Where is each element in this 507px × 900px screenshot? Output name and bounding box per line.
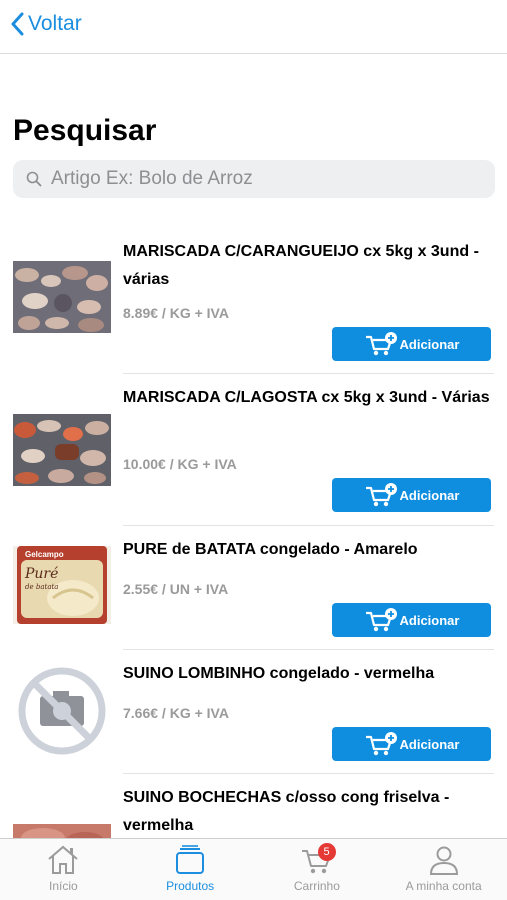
add-button-label: Adicionar [399, 336, 460, 352]
tab-label: Produtos [166, 879, 215, 893]
svg-text:Gelcampo: Gelcampo [25, 550, 64, 559]
product-name: PURE de BATATA congelado - Amarelo [123, 541, 418, 558]
svg-text:Puré: Puré [24, 566, 58, 582]
user-icon [429, 846, 458, 875]
add-to-cart-button[interactable]: Adicionar [332, 327, 491, 361]
product-image [13, 261, 111, 339]
nav-bar: Voltar [0, 0, 507, 54]
cart-plus-icon [365, 332, 397, 356]
back-button[interactable]: Voltar [10, 12, 82, 36]
tab-label: Início [49, 879, 78, 893]
product-price: 7.66€ / KG + IVA [123, 705, 229, 721]
product-image [13, 824, 111, 838]
product-name: SUINO LOMBINHO congelado - vermelha [123, 665, 435, 682]
tab-minha-conta[interactable]: A minha conta [380, 839, 507, 900]
cart-plus-icon [365, 483, 397, 507]
product-name: MARISCADA C/LAGOSTA cx 5kg x 3und - Vári… [123, 389, 490, 406]
product-item[interactable]: SUINO LOMBINHO congelado - vermelha 7.66… [0, 650, 507, 774]
page-title: Pesquisar [13, 114, 157, 147]
product-item[interactable]: MARISCADA C/CARANGUEIJO cx 5kg x 3und - … [0, 228, 507, 374]
back-label: Voltar [28, 12, 82, 35]
cart-count-badge: 5 [317, 843, 336, 861]
add-to-cart-button[interactable]: Adicionar [332, 727, 491, 761]
tab-label: Carrinho [293, 879, 340, 893]
no-image-icon [13, 666, 111, 756]
svg-text:de batata: de batata [25, 583, 58, 591]
product-item[interactable]: SUINO BOCHECHAS c/osso cong friselva - v… [0, 774, 507, 838]
product-name: SUINO BOCHECHAS c/osso cong friselva - v… [123, 789, 450, 834]
chevron-left-icon [11, 12, 24, 36]
tab-carrinho[interactable]: 5 Carrinho [254, 839, 381, 900]
product-item[interactable]: Gelcampo Puré de batata PURE de BATATA c… [0, 526, 507, 650]
product-price: 8.89€ / KG + IVA [123, 305, 229, 321]
home-icon [48, 845, 79, 874]
product-item[interactable]: MARISCADA C/LAGOSTA cx 5kg x 3und - Vári… [0, 374, 507, 526]
product-price: 2.55€ / UN + IVA [123, 581, 229, 597]
add-button-label: Adicionar [399, 487, 460, 503]
cart-plus-icon [365, 732, 397, 756]
tab-label: A minha conta [405, 879, 482, 893]
search-bar[interactable] [13, 160, 495, 198]
add-to-cart-button[interactable]: Adicionar [332, 603, 491, 637]
tab-bar: Início Produtos 5 Carrinho A minha conta [0, 838, 507, 900]
tab-produtos[interactable]: Produtos [127, 839, 254, 900]
product-image: Gelcampo Puré de batata [13, 546, 111, 624]
product-list: MARISCADA C/CARANGUEIJO cx 5kg x 3und - … [0, 228, 507, 838]
product-image [13, 414, 111, 486]
search-input[interactable] [51, 168, 471, 190]
add-button-label: Adicionar [399, 612, 460, 628]
products-icon [176, 845, 205, 874]
product-name: MARISCADA C/CARANGUEIJO cx 5kg x 3und - … [123, 243, 479, 288]
tab-inicio[interactable]: Início [0, 839, 127, 900]
search-icon [26, 171, 42, 187]
cart-plus-icon [365, 608, 397, 632]
add-button-label: Adicionar [399, 736, 460, 752]
add-to-cart-button[interactable]: Adicionar [332, 478, 491, 512]
product-price: 10.00€ / KG + IVA [123, 456, 237, 472]
